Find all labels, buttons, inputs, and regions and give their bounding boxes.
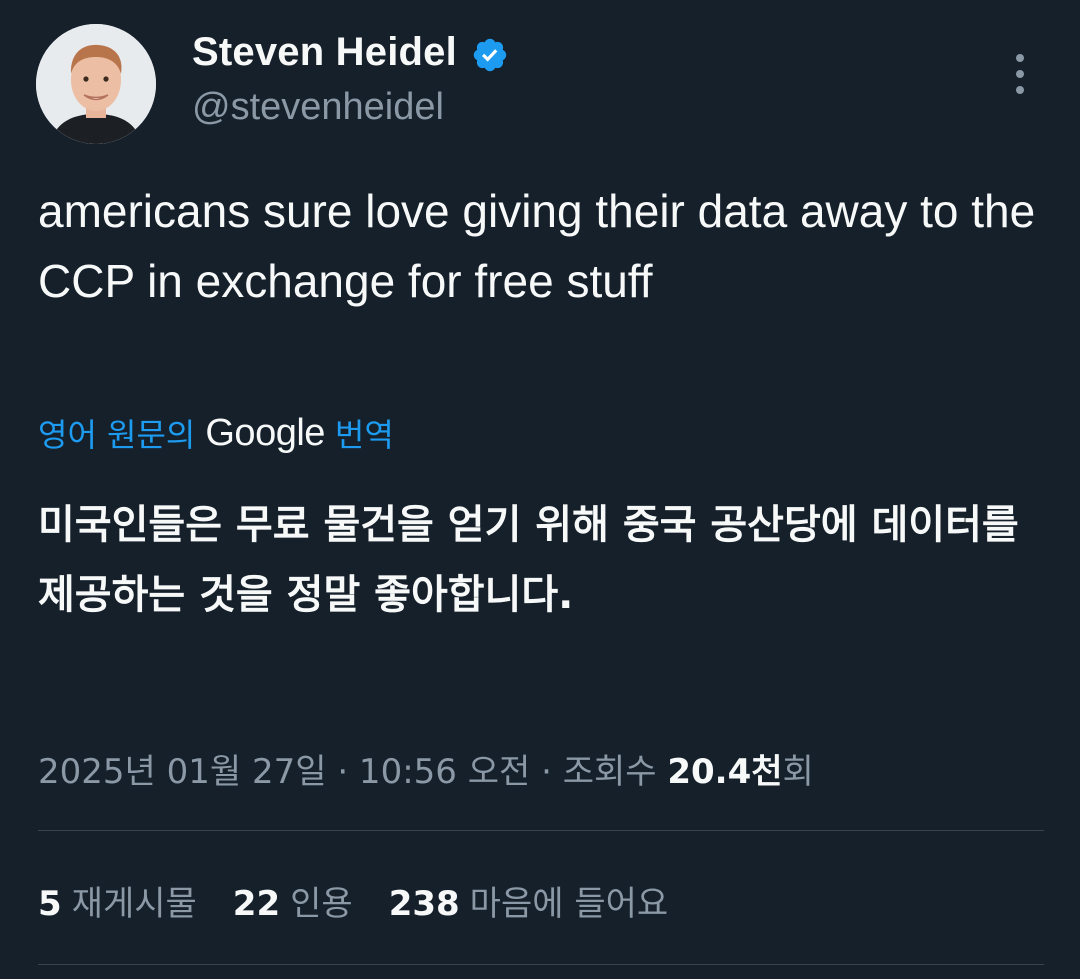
translation-suffix[interactable]: 번역 [335,410,394,456]
views-count: 20.4천 [667,752,783,792]
author-name-row[interactable]: Steven Heidel [192,30,509,75]
divider [38,964,1044,965]
stat-count: 238 [388,884,460,924]
stat-label: 인용 [290,884,353,924]
stat-quotes[interactable]: 22 인용 [233,876,353,925]
stat-count: 5 [38,884,62,924]
avatar-image [36,24,156,144]
tweet-text: americans sure love giving their data aw… [38,185,1036,307]
views-suffix: 회 [782,752,814,792]
more-options-icon[interactable] [1002,52,1038,96]
verified-badge-icon [473,38,507,71]
stat-reposts[interactable]: 5 재게시물 [38,876,197,925]
google-logo: Google [205,411,325,454]
stat-count: 22 [232,884,281,924]
translated-text: 미국인들은 무료 물건을 얻기 위해 중국 공산당에 데이터를 제공하는 것을 … [38,502,1019,618]
stat-label: 마음에 들어요 [469,884,669,924]
translation-prefix[interactable]: 영어 원문의 [38,410,195,456]
timestamp[interactable]: 2025년 01월 27일 · 10:56 오전 · 조회수 [38,752,667,792]
stat-likes[interactable]: 238 마음에 들어요 [389,876,668,925]
translation-attribution[interactable]: 영어 원문의 Google 번역 [38,410,394,456]
divider [38,830,1044,831]
stat-label: 재게시물 [71,884,197,924]
engagement-stats: 5 재게시물 22 인용 238 마음에 들어요 [38,876,668,925]
author-display-name[interactable]: Steven Heidel [192,30,457,75]
avatar[interactable] [36,24,156,144]
author-handle[interactable]: @stevenheidel [192,86,444,129]
tweet-meta: 2025년 01월 27일 · 10:56 오전 · 조회수 20.4천회 [38,744,814,793]
